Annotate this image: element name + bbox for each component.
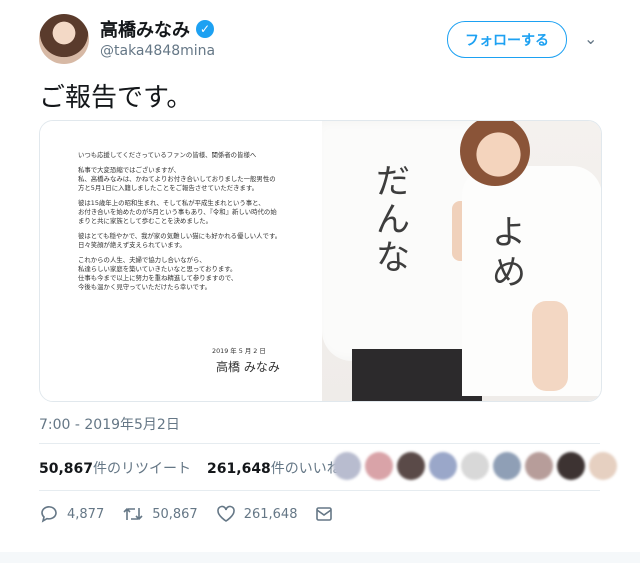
tweet-actions: 4,877 50,867 261,648 xyxy=(39,505,351,523)
liker-avatar[interactable] xyxy=(525,452,553,480)
liker-avatar[interactable] xyxy=(365,452,393,480)
liker-avatar[interactable] xyxy=(557,452,585,480)
shirt-text-yome: よめ xyxy=(492,213,526,293)
letter-line: 彼はとても穏やかで、我が家の気難しい猫にも好かれる優しい人です。 日々笑顔が絶え… xyxy=(78,232,282,249)
bottom-bar xyxy=(0,552,640,563)
letter-line: これからの人生、夫婦で協力し合いながら、 私達らしい家庭を築いていきたいなと思っ… xyxy=(78,256,238,291)
retweet-action[interactable]: 50,867 xyxy=(122,505,198,523)
author-name-row[interactable]: 高橋みなみ ✓ xyxy=(100,16,214,42)
tweet-stats: 50,867件のリツイート 261,648件のいいね xyxy=(39,458,341,478)
author-handle[interactable]: @taka4848mina xyxy=(100,43,215,59)
author-name[interactable]: 高橋みなみ xyxy=(100,16,190,42)
chevron-down-icon[interactable]: ⌄ xyxy=(584,29,597,48)
couple-photo: だんな よめ xyxy=(322,121,601,401)
liker-avatar[interactable] xyxy=(429,452,457,480)
like-action[interactable]: 261,648 xyxy=(216,505,298,523)
retweet-icon xyxy=(123,507,143,521)
letter-image: いつも応援してくださっているファンの皆様、関係者の皆様へ 私事で大変恐縮ではござ… xyxy=(40,121,322,401)
letter-line: いつも応援してくださっているファンの皆様、関係者の皆様へ xyxy=(78,151,257,159)
reply-action[interactable]: 4,877 xyxy=(39,505,104,523)
divider xyxy=(39,443,600,444)
retweet-stat[interactable]: 50,867件のリツイート xyxy=(39,458,191,478)
reply-count: 4,877 xyxy=(67,506,105,522)
tweet-text: ご報告です。 xyxy=(39,83,193,113)
liker-avatar[interactable] xyxy=(397,452,425,480)
like-action-count: 261,648 xyxy=(243,506,298,522)
reply-icon xyxy=(41,506,57,523)
arm xyxy=(532,301,568,391)
author-avatar[interactable] xyxy=(39,14,89,64)
divider xyxy=(39,490,600,491)
follow-button[interactable]: フォローする xyxy=(447,21,567,58)
like-count: 261,648 xyxy=(207,461,271,477)
heart-icon xyxy=(216,505,235,522)
tweet-media[interactable]: いつも応援してくださっているファンの皆様、関係者の皆様へ 私事で大変恐縮ではござ… xyxy=(39,120,602,402)
liker-avatar[interactable] xyxy=(333,452,361,480)
letter-signature: 高橋 みなみ xyxy=(216,360,280,374)
tweet-timestamp[interactable]: 7:00 - 2019年5月2日 xyxy=(39,414,180,434)
retweet-count: 50,867 xyxy=(39,461,94,477)
envelope-icon xyxy=(316,507,333,521)
liker-avatar[interactable] xyxy=(493,452,521,480)
letter-date: 2019 年 5 月 2 日 xyxy=(212,347,266,355)
retweet-label: 件のリツイート xyxy=(93,461,192,477)
like-stat[interactable]: 261,648件のいいね xyxy=(207,458,341,478)
letter-line: 彼は15歳年上の昭和生まれ、そして私が平成生まれという事と、 お付き合いを始めた… xyxy=(78,199,277,225)
retweet-action-count: 50,867 xyxy=(152,506,198,522)
verified-icon: ✓ xyxy=(196,20,214,38)
liker-avatar[interactable] xyxy=(461,452,489,480)
liker-avatar[interactable] xyxy=(589,452,617,480)
shirt-text-danna: だんな xyxy=(376,162,410,278)
letter-line: 私事で大変恐縮ではございますが、 私、高橋みなみは、かねてよりお付き合いしており… xyxy=(78,166,276,192)
message-action[interactable] xyxy=(315,506,333,522)
like-label: 件のいいね xyxy=(270,461,341,477)
liker-avatars xyxy=(333,452,617,480)
